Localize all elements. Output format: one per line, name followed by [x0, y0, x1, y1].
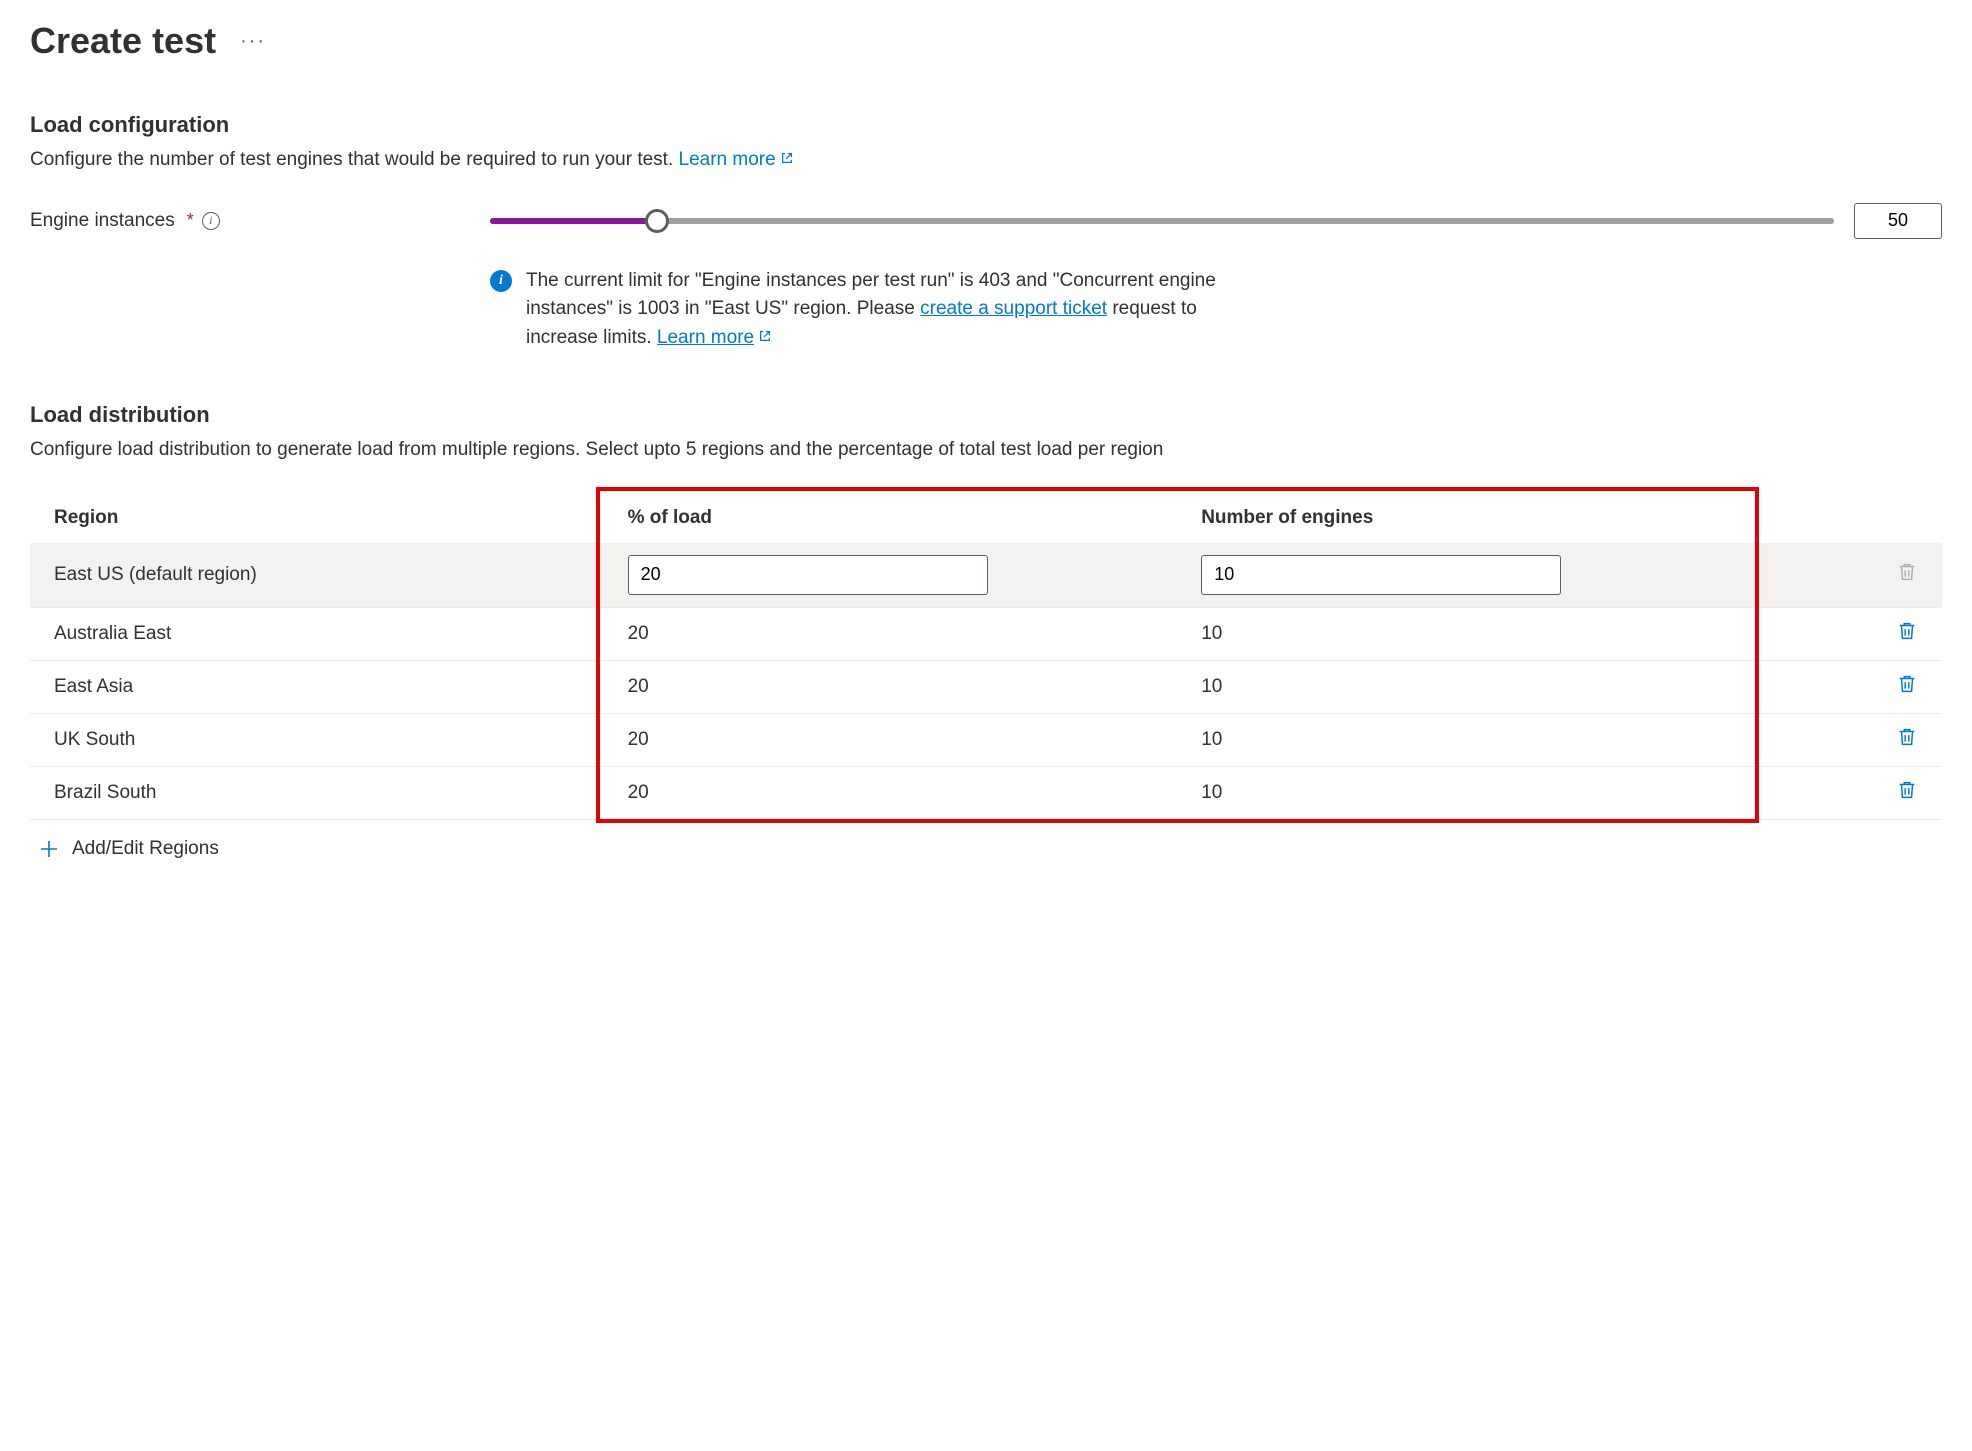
load-dist-description: Configure load distribution to generate …	[30, 436, 1942, 465]
engine-instances-row: Engine instances * i	[30, 203, 1942, 239]
pct-load-cell: 20	[604, 660, 1178, 713]
action-cell	[1751, 543, 1942, 608]
num-engines-cell	[1177, 543, 1751, 608]
table-row: UK South2010	[30, 713, 1942, 766]
num-engines-cell: 10	[1177, 607, 1751, 660]
action-cell	[1751, 660, 1942, 713]
column-header-region: Region	[30, 493, 604, 543]
num-engines-cell: 10	[1177, 660, 1751, 713]
engine-instances-label: Engine instances	[30, 210, 175, 232]
plus-icon	[38, 838, 60, 860]
load-distribution-section: Load distribution Configure load distrib…	[30, 402, 1942, 878]
engine-instances-label-wrap: Engine instances * i	[30, 210, 470, 232]
engine-limit-info-banner: i The current limit for "Engine instance…	[490, 267, 1270, 353]
add-edit-regions-label: Add/Edit Regions	[72, 838, 219, 860]
region-cell: East US (default region)	[30, 543, 604, 608]
trash-icon	[1896, 561, 1918, 583]
column-header-num-engines: Number of engines	[1177, 493, 1751, 543]
table-row: Australia East2010	[30, 607, 1942, 660]
table-header-row: Region % of load Number of engines	[30, 493, 1942, 543]
engine-instances-slider[interactable]	[490, 209, 1834, 233]
load-configuration-section: Load configuration Configure the number …	[30, 112, 1942, 352]
create-support-ticket-link[interactable]: create a support ticket	[920, 298, 1107, 319]
pct-load-input[interactable]	[628, 555, 988, 595]
learn-more-link[interactable]: Learn more	[679, 149, 794, 170]
region-cell: East Asia	[30, 660, 604, 713]
learn-more-limits-link[interactable]: Learn more	[657, 327, 772, 348]
num-engines-cell: 10	[1177, 713, 1751, 766]
trash-icon	[1896, 726, 1918, 748]
page-title: Create test	[30, 20, 216, 62]
num-engines-cell: 10	[1177, 766, 1751, 819]
num-engines-input[interactable]	[1201, 555, 1561, 595]
pct-load-cell	[604, 543, 1178, 608]
external-link-icon	[780, 151, 794, 165]
slider-thumb[interactable]	[645, 209, 669, 233]
required-indicator: *	[187, 210, 194, 231]
action-cell	[1751, 766, 1942, 819]
engine-instances-input[interactable]	[1854, 203, 1942, 239]
load-config-heading: Load configuration	[30, 112, 1942, 138]
slider-track	[490, 218, 1834, 224]
add-edit-regions-button[interactable]: Add/Edit Regions	[30, 820, 1942, 878]
page-header: Create test ···	[30, 20, 1942, 62]
delete-region-button[interactable]	[1896, 779, 1918, 801]
region-cell: Brazil South	[30, 766, 604, 819]
delete-region-button[interactable]	[1896, 726, 1918, 748]
load-config-description: Configure the number of test engines tha…	[30, 146, 1942, 175]
delete-region-button	[1896, 561, 1918, 583]
table-row: Brazil South2010	[30, 766, 1942, 819]
trash-icon	[1896, 779, 1918, 801]
load-dist-heading: Load distribution	[30, 402, 1942, 428]
more-actions-button[interactable]: ···	[240, 30, 266, 53]
action-cell	[1751, 607, 1942, 660]
external-link-icon	[758, 329, 772, 343]
pct-load-cell: 20	[604, 713, 1178, 766]
table-row: East US (default region)	[30, 543, 1942, 608]
load-distribution-table: Region % of load Number of engines East …	[30, 493, 1942, 820]
pct-load-cell: 20	[604, 766, 1178, 819]
engine-limit-info-text: The current limit for "Engine instances …	[526, 267, 1270, 353]
action-cell	[1751, 713, 1942, 766]
column-header-action	[1751, 493, 1942, 543]
delete-region-button[interactable]	[1896, 673, 1918, 695]
delete-region-button[interactable]	[1896, 620, 1918, 642]
trash-icon	[1896, 673, 1918, 695]
info-icon[interactable]: i	[202, 212, 220, 230]
slider-fill	[490, 218, 657, 224]
table-row: East Asia2010	[30, 660, 1942, 713]
region-cell: Australia East	[30, 607, 604, 660]
trash-icon	[1896, 620, 1918, 642]
column-header-pct-load: % of load	[604, 493, 1178, 543]
pct-load-cell: 20	[604, 607, 1178, 660]
region-cell: UK South	[30, 713, 604, 766]
info-icon: i	[490, 270, 512, 292]
